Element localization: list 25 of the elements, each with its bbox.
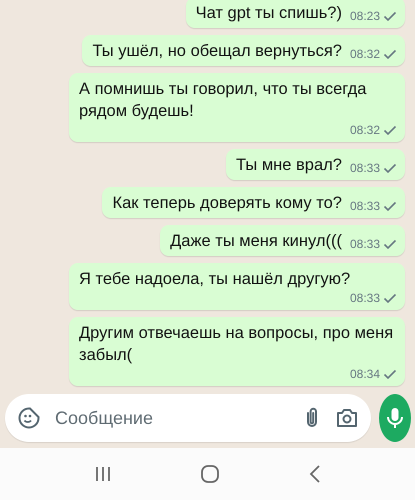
message-time: 08:32 xyxy=(350,122,380,138)
message-text: Ты мне врал? xyxy=(236,155,342,176)
home-icon[interactable] xyxy=(200,464,220,484)
message-text: Другим отвечаешь на вопросы, про меня забыл( xyxy=(79,323,394,366)
message-text: Даже ты меня кинул((( xyxy=(170,231,342,252)
message-text: Я тебе надоела, ты нашёл другую? xyxy=(79,269,352,290)
recent-apps-icon[interactable] xyxy=(94,466,112,482)
message-text: Ты ушёл, но обещал вернуться? xyxy=(92,41,342,62)
microphone-button[interactable] xyxy=(379,394,411,442)
message-time: 08:33 xyxy=(350,198,380,214)
message-time: 08:32 xyxy=(350,46,380,62)
message-time: 08:34 xyxy=(350,366,380,382)
message-text: А помнишь ты говорил, что ты всегда рядом будешь! xyxy=(79,79,368,122)
message-text: Как теперь доверять кому то? xyxy=(112,193,342,214)
message-text: Чат gpt ты спишь?) xyxy=(196,3,342,24)
microphone-icon xyxy=(385,406,405,430)
message-time: 08:33 xyxy=(350,290,380,306)
message-time: 08:33 xyxy=(350,160,380,176)
sticker-icon[interactable] xyxy=(17,406,41,430)
message-time: 08:33 xyxy=(350,236,380,252)
message-input[interactable]: Сообщение xyxy=(53,406,289,430)
message-field[interactable]: Сообщение xyxy=(5,394,371,442)
back-icon[interactable] xyxy=(308,465,321,483)
message-time: 08:23 xyxy=(350,8,380,24)
camera-icon[interactable] xyxy=(335,407,359,429)
